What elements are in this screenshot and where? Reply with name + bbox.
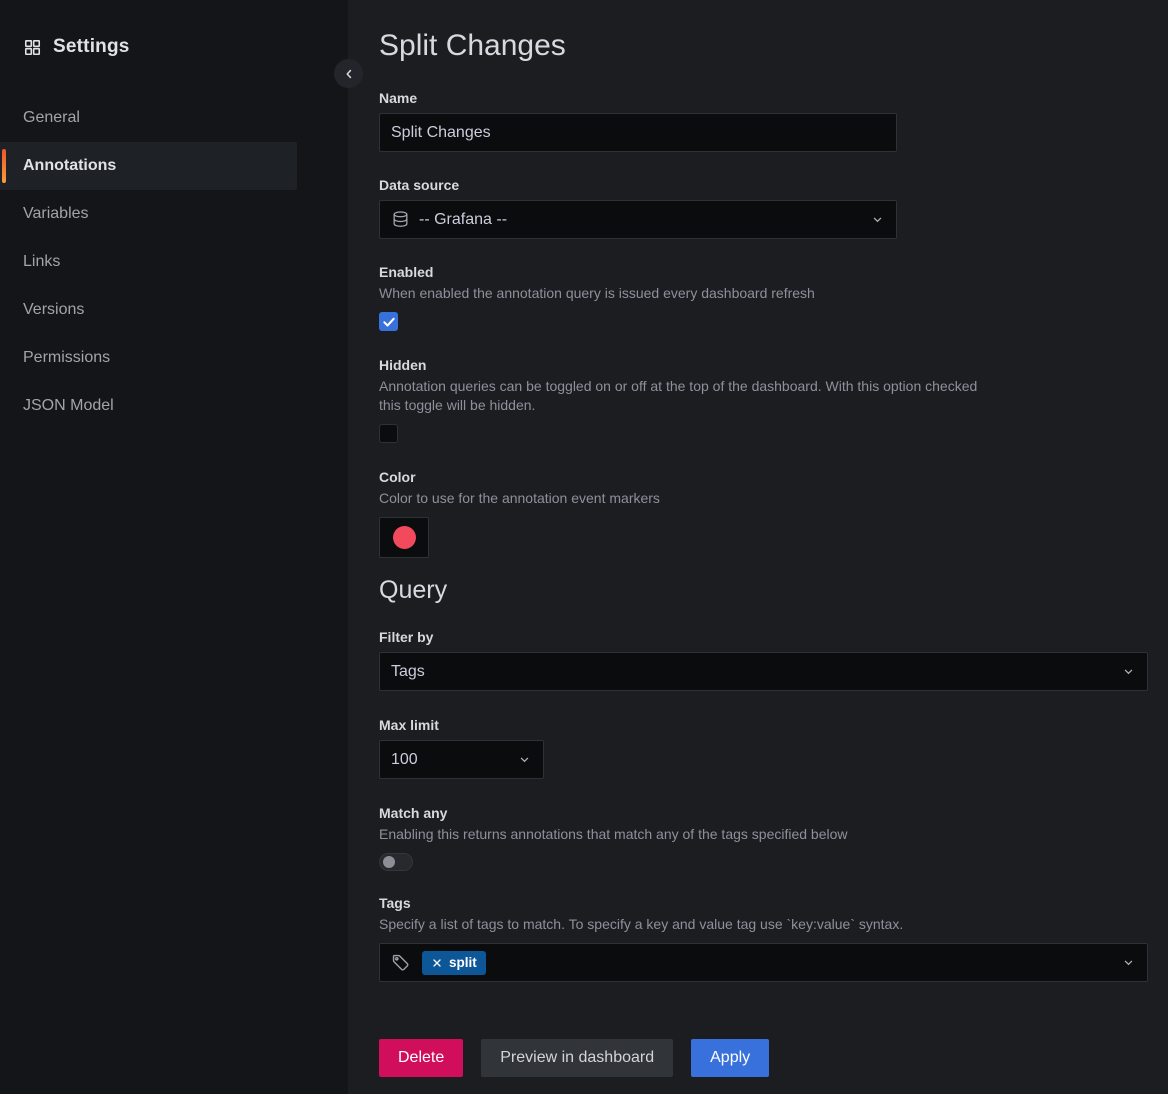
tags-input[interactable]: split: [379, 943, 1148, 982]
enabled-field: Enabled When enabled the annotation quer…: [379, 264, 1148, 331]
tag-chip-label: split: [449, 955, 477, 970]
color-field: Color Color to use for the annotation ev…: [379, 469, 1148, 558]
hidden-label: Hidden: [379, 357, 1148, 374]
sidebar-item-general[interactable]: General: [0, 94, 297, 142]
max-limit-value: 100: [391, 751, 508, 769]
tag-icon: [391, 953, 410, 972]
remove-tag-icon[interactable]: [431, 957, 443, 969]
match-any-label: Match any: [379, 805, 1148, 822]
name-input[interactable]: [379, 113, 897, 152]
query-section-heading: Query: [379, 574, 1148, 607]
filter-by-value: Tags: [391, 663, 1112, 681]
enabled-label: Enabled: [379, 264, 1148, 281]
chevron-left-icon: [342, 67, 356, 81]
annotation-color-swatch: [393, 526, 416, 549]
filter-by-select[interactable]: Tags: [379, 652, 1148, 691]
filter-by-label: Filter by: [379, 629, 1148, 646]
sidebar-item-permissions[interactable]: Permissions: [0, 334, 297, 382]
hidden-checkbox[interactable]: [379, 424, 398, 443]
enabled-description: When enabled the annotation query is iss…: [379, 284, 979, 303]
match-any-field: Match any Enabling this returns annotati…: [379, 805, 1148, 871]
chevron-down-icon: [1121, 955, 1136, 970]
name-label: Name: [379, 90, 1148, 107]
sidebar-title: Settings: [53, 36, 130, 58]
sidebar-header: Settings: [0, 36, 348, 58]
hidden-field: Hidden Annotation queries can be toggled…: [379, 357, 1148, 443]
chevron-down-icon: [870, 212, 885, 227]
tags-description: Specify a list of tags to match. To spec…: [379, 915, 1059, 934]
apps-grid-icon: [23, 38, 42, 57]
check-icon: [382, 315, 396, 329]
match-any-description: Enabling this returns annotations that m…: [379, 825, 1029, 844]
color-description: Color to use for the annotation event ma…: [379, 489, 979, 508]
apply-button[interactable]: Apply: [691, 1039, 769, 1077]
filter-by-field: Filter by Tags: [379, 629, 1148, 691]
max-limit-field: Max limit 100: [379, 717, 1148, 779]
chevron-down-icon: [1121, 664, 1136, 679]
data-source-label: Data source: [379, 177, 1148, 194]
delete-button[interactable]: Delete: [379, 1039, 463, 1077]
collapse-sidebar-button[interactable]: [334, 59, 363, 88]
chevron-down-icon: [517, 752, 532, 767]
data-source-value: -- Grafana --: [419, 211, 861, 229]
sidebar-item-variables[interactable]: Variables: [0, 190, 297, 238]
name-field: Name: [379, 90, 1148, 152]
page-title: Split Changes: [379, 26, 1148, 66]
sidebar-item-versions[interactable]: Versions: [0, 286, 297, 334]
data-source-field: Data source -- Grafana --: [379, 177, 1148, 239]
sidebar-item-json-model[interactable]: JSON Model: [0, 382, 297, 430]
match-any-toggle[interactable]: [379, 853, 413, 871]
settings-nav: General Annotations Variables Links Vers…: [0, 94, 348, 430]
hidden-description: Annotation queries can be toggled on or …: [379, 377, 979, 415]
data-source-select[interactable]: -- Grafana --: [379, 200, 897, 239]
color-label: Color: [379, 469, 1148, 486]
settings-sidebar: Settings General Annotations Variables L…: [0, 0, 348, 1094]
sidebar-item-links[interactable]: Links: [0, 238, 297, 286]
tag-chip-split[interactable]: split: [422, 951, 486, 975]
database-icon: [391, 210, 410, 229]
action-buttons: Delete Preview in dashboard Apply: [379, 1039, 1148, 1077]
max-limit-label: Max limit: [379, 717, 1148, 734]
enabled-checkbox[interactable]: [379, 312, 398, 331]
tags-label: Tags: [379, 895, 1148, 912]
max-limit-select[interactable]: 100: [379, 740, 544, 779]
toggle-knob: [383, 856, 395, 868]
color-picker[interactable]: [379, 517, 429, 558]
tags-field: Tags Specify a list of tags to match. To…: [379, 895, 1148, 982]
annotation-settings-panel: Split Changes Name Data source -- Grafan…: [348, 0, 1168, 1094]
sidebar-item-annotations[interactable]: Annotations: [0, 142, 297, 190]
preview-in-dashboard-button[interactable]: Preview in dashboard: [481, 1039, 673, 1077]
